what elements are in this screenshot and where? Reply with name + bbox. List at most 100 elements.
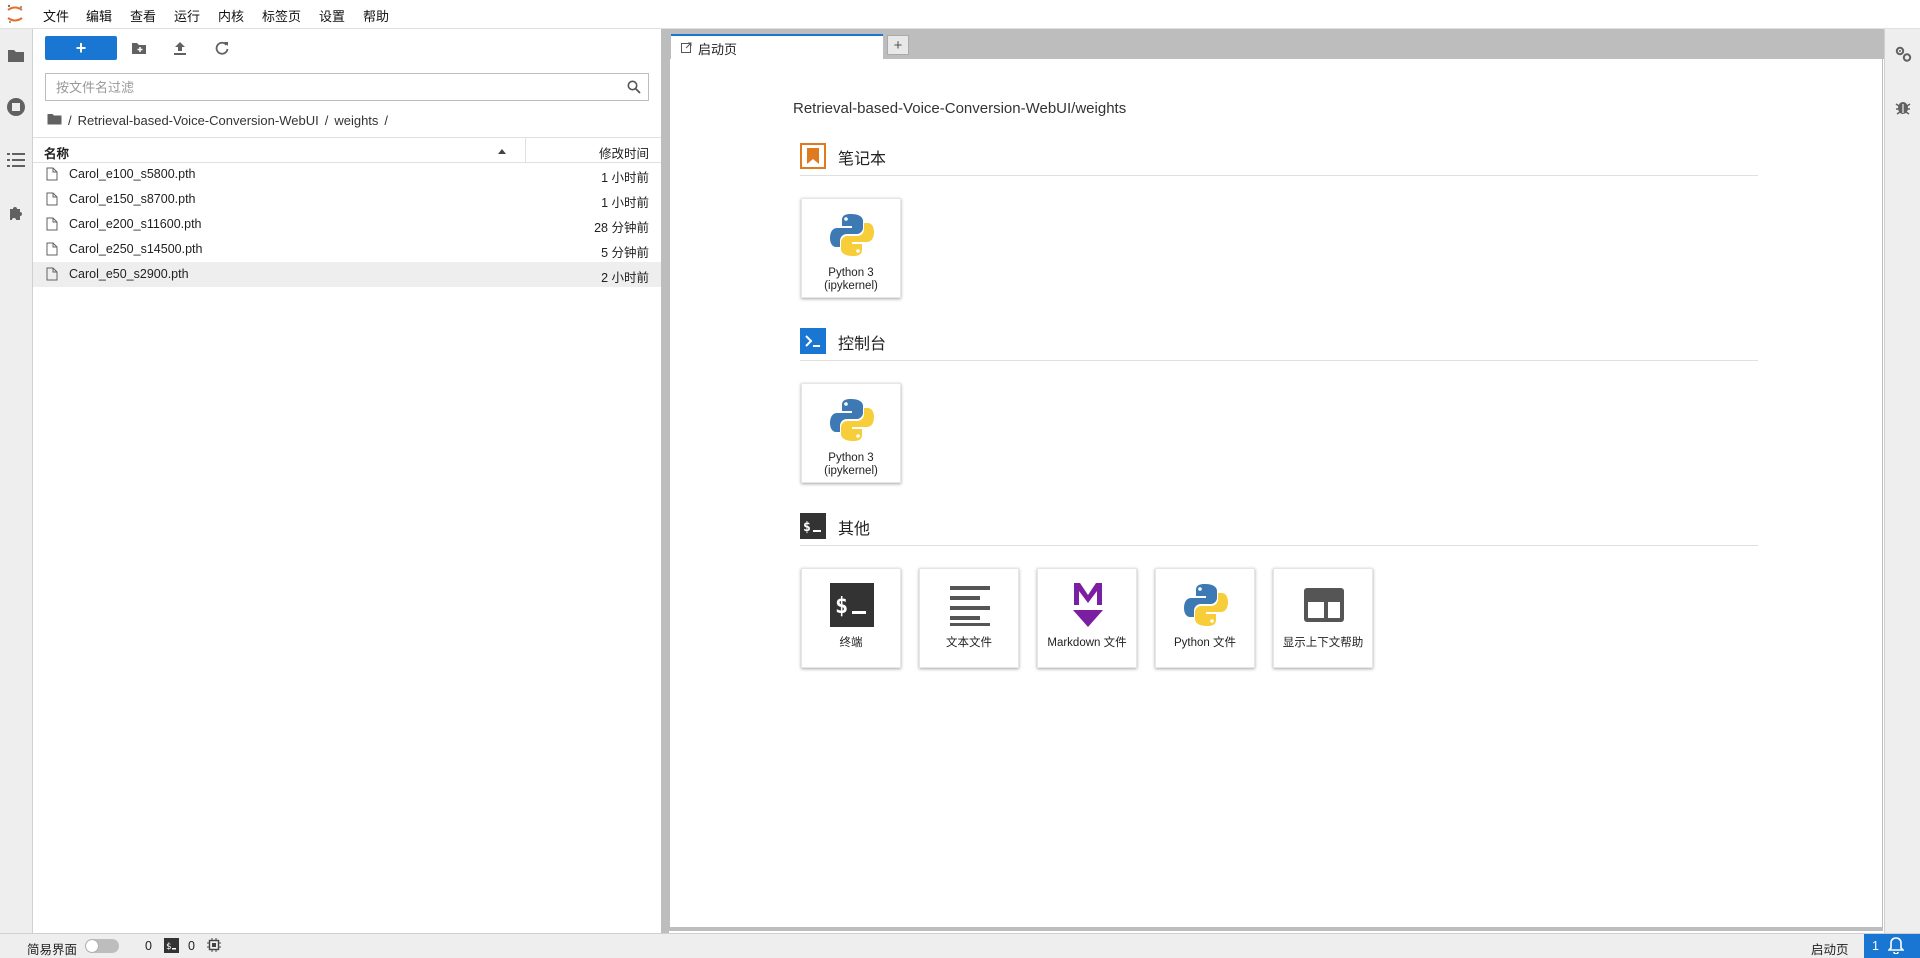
new-launcher-button[interactable]: + bbox=[45, 36, 117, 60]
breadcrumb-separator: / bbox=[324, 112, 329, 128]
file-icon bbox=[46, 267, 58, 284]
breadcrumb-root[interactable]: / bbox=[68, 113, 72, 128]
console-section-icon bbox=[800, 327, 826, 357]
file-row[interactable]: Carol_e150_s8700.pth 1 小时前 bbox=[33, 187, 661, 212]
card-label: 文本文件 bbox=[946, 637, 992, 649]
right-sidebar bbox=[1884, 29, 1920, 933]
jupyter-logo-icon bbox=[6, 4, 24, 24]
python-logo-icon bbox=[827, 395, 877, 445]
file-icon bbox=[46, 217, 58, 234]
terminals-count[interactable]: 0 bbox=[188, 939, 195, 953]
simple-mode-toggle[interactable] bbox=[85, 939, 119, 953]
terminal-icon: $ bbox=[827, 580, 877, 630]
notification-button[interactable]: 1 bbox=[1864, 934, 1920, 958]
refresh-icon[interactable] bbox=[213, 39, 231, 57]
card-label: Python 3 (ipykernel) bbox=[824, 267, 878, 292]
section-console-header: 控制台 bbox=[800, 324, 1758, 361]
terminal-card[interactable]: $ 终端 bbox=[801, 568, 901, 668]
card-label: 显示上下文帮助 bbox=[1282, 637, 1364, 649]
left-activity-bar bbox=[0, 29, 33, 933]
markdown-file-card[interactable]: Markdown 文件 bbox=[1037, 568, 1137, 668]
active-tab-status: 启动页 bbox=[1811, 943, 1849, 957]
file-browser-panel: + / Retrieval-based-Voice-Conversion-Web… bbox=[33, 29, 661, 933]
tab-launcher[interactable]: 启动页 bbox=[671, 34, 883, 60]
section-notebook-header: 笔记本 bbox=[800, 139, 1758, 176]
menu-edit[interactable]: 编辑 bbox=[86, 6, 112, 25]
breadcrumb: / Retrieval-based-Voice-Conversion-WebUI… bbox=[47, 111, 388, 129]
launcher-tab-icon bbox=[681, 41, 692, 56]
menu-bar: 文件 编辑 查看 运行 内核 标签页 设置 帮助 bbox=[0, 0, 1920, 29]
file-list-header: 名称 修改时间 bbox=[33, 137, 661, 163]
file-row[interactable]: Carol_e250_s14500.pth 5 分钟前 bbox=[33, 237, 661, 262]
file-name: Carol_e150_s8700.pth bbox=[69, 192, 196, 206]
svg-text:$: $ bbox=[835, 594, 848, 619]
notification-count: 1 bbox=[1872, 939, 1879, 953]
notebook-section-icon bbox=[800, 142, 826, 172]
table-of-contents-icon[interactable] bbox=[6, 150, 26, 170]
sort-ascending-icon[interactable] bbox=[497, 144, 507, 158]
file-filter-input[interactable] bbox=[54, 79, 618, 96]
text-file-card[interactable]: 文本文件 bbox=[919, 568, 1019, 668]
python-file-card[interactable]: Python 文件 bbox=[1155, 568, 1255, 668]
breadcrumb-trail: / bbox=[384, 112, 389, 128]
notebook-python3-card[interactable]: Python 3 (ipykernel) bbox=[801, 198, 901, 298]
folder-icon[interactable] bbox=[6, 45, 26, 65]
menu-tabs[interactable]: 标签页 bbox=[262, 6, 301, 25]
menu-settings[interactable]: 设置 bbox=[319, 6, 345, 25]
status-bar: 简易界面 0 $ 0 启动页 1 bbox=[0, 933, 1920, 958]
card-label: Python 文件 bbox=[1174, 637, 1236, 649]
section-title: 笔记本 bbox=[838, 151, 887, 168]
kernels-count[interactable]: 0 bbox=[145, 939, 152, 953]
terminal-status-icon: $ bbox=[164, 938, 179, 956]
breadcrumb-current[interactable]: weights bbox=[334, 113, 378, 128]
upload-icon[interactable] bbox=[171, 39, 189, 57]
other-section-icon: $ bbox=[800, 512, 826, 542]
file-filter-field[interactable] bbox=[45, 73, 649, 101]
file-name: Carol_e200_s11600.pth bbox=[69, 217, 202, 231]
search-icon bbox=[627, 80, 641, 97]
markdown-icon bbox=[1063, 580, 1113, 630]
menu-run[interactable]: 运行 bbox=[174, 6, 200, 25]
file-icon bbox=[46, 167, 58, 184]
breadcrumb-folder[interactable]: Retrieval-based-Voice-Conversion-WebUI bbox=[78, 113, 319, 128]
file-modified: 1 小时前 bbox=[601, 196, 649, 210]
property-inspector-gears-icon[interactable] bbox=[1894, 45, 1912, 66]
column-name-header[interactable]: 名称 bbox=[44, 143, 69, 162]
column-divider[interactable] bbox=[525, 138, 526, 162]
file-name: Carol_e50_s2900.pth bbox=[69, 267, 189, 281]
extension-puzzle-icon[interactable] bbox=[6, 203, 26, 223]
file-row[interactable]: Carol_e200_s11600.pth 28 分钟前 bbox=[33, 212, 661, 237]
console-python3-card[interactable]: Python 3 (ipykernel) bbox=[801, 383, 901, 483]
launcher-panel bbox=[669, 59, 1883, 931]
menu-view[interactable]: 查看 bbox=[130, 6, 156, 25]
file-row[interactable]: Carol_e50_s2900.pth 2 小时前 bbox=[33, 262, 661, 287]
bell-icon bbox=[1887, 937, 1905, 957]
debugger-bug-icon[interactable] bbox=[1895, 98, 1911, 119]
file-icon bbox=[46, 242, 58, 259]
menu-file[interactable]: 文件 bbox=[43, 6, 69, 25]
kernel-usage-chip-icon[interactable] bbox=[207, 938, 221, 955]
menu-kernel[interactable]: 内核 bbox=[218, 6, 244, 25]
contextual-help-icon bbox=[1299, 580, 1349, 630]
svg-text:$: $ bbox=[166, 942, 171, 952]
file-modified: 1 小时前 bbox=[601, 171, 649, 185]
running-kernels-icon[interactable] bbox=[6, 97, 26, 117]
add-tab-button[interactable]: + bbox=[887, 35, 909, 55]
card-label: Python 3 (ipykernel) bbox=[824, 452, 878, 477]
card-label: Markdown 文件 bbox=[1047, 637, 1127, 649]
svg-text:$: $ bbox=[803, 520, 811, 535]
section-title: 控制台 bbox=[838, 336, 887, 353]
file-modified: 2 小时前 bbox=[601, 271, 649, 285]
new-folder-icon[interactable] bbox=[130, 39, 148, 57]
breadcrumb-home-folder-icon[interactable] bbox=[47, 112, 62, 128]
text-file-icon bbox=[945, 580, 995, 630]
section-other-header: $ 其他 bbox=[800, 509, 1758, 546]
file-row[interactable]: Carol_e100_s5800.pth 1 小时前 bbox=[33, 162, 661, 187]
python-logo-icon bbox=[827, 210, 877, 260]
menu-help[interactable]: 帮助 bbox=[363, 6, 389, 25]
contextual-help-card[interactable]: 显示上下文帮助 bbox=[1273, 568, 1373, 668]
panel-splitter[interactable] bbox=[661, 29, 669, 933]
column-modified-header[interactable]: 修改时间 bbox=[599, 143, 649, 162]
file-name: Carol_e100_s5800.pth bbox=[69, 167, 196, 181]
launcher-cwd-path: Retrieval-based-Voice-Conversion-WebUI/w… bbox=[793, 100, 1127, 117]
